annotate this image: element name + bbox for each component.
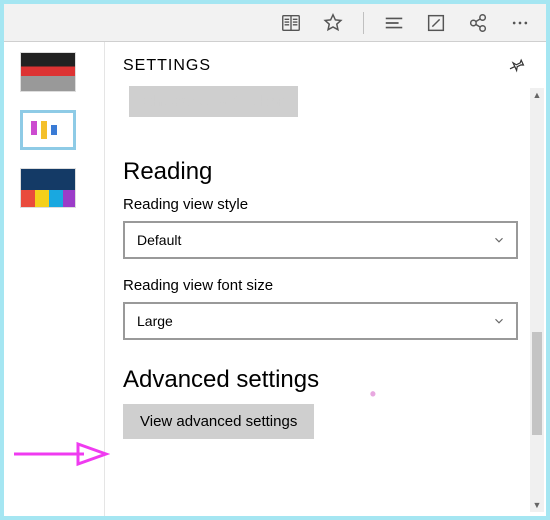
- browser-toolbar: [4, 4, 546, 42]
- reading-heading: Reading: [123, 158, 518, 186]
- star-icon[interactable]: [321, 11, 345, 35]
- advanced-heading: Advanced settings: [123, 366, 518, 394]
- scroll-up-icon[interactable]: ▲: [530, 88, 544, 102]
- scroll-down-icon[interactable]: ▼: [530, 498, 544, 512]
- more-icon[interactable]: [508, 11, 532, 35]
- panel-body: Choose what to clear Reading Reading vie…: [105, 86, 546, 516]
- reading-font-select[interactable]: Large: [123, 302, 518, 340]
- reading-font-label: Reading view font size: [123, 277, 518, 294]
- share-icon[interactable]: [466, 11, 490, 35]
- hub-icon[interactable]: [382, 11, 406, 35]
- reading-list-icon[interactable]: [279, 11, 303, 35]
- page-thumbnail[interactable]: [20, 52, 76, 92]
- scroll-thumb[interactable]: [532, 332, 542, 435]
- reading-style-value: Default: [137, 232, 181, 248]
- reading-style-select[interactable]: Default: [123, 221, 518, 259]
- choose-clear-button[interactable]: Choose what to clear: [129, 86, 298, 117]
- web-note-icon[interactable]: [424, 11, 448, 35]
- pin-icon[interactable]: [508, 56, 528, 76]
- page-thumbnail[interactable]: [20, 110, 76, 150]
- view-advanced-settings-button[interactable]: View advanced settings: [123, 404, 314, 439]
- panel-title: SETTINGS: [123, 57, 211, 75]
- toolbar-separator: [363, 12, 364, 34]
- page-thumbnail[interactable]: [20, 168, 76, 208]
- reading-style-label: Reading view style: [123, 196, 518, 213]
- thumbnail-column: [4, 42, 104, 516]
- reading-font-value: Large: [137, 313, 173, 329]
- settings-panel: SETTINGS Choose what to clear Reading Re…: [104, 42, 546, 516]
- chevron-down-icon: [492, 314, 506, 328]
- scrollbar[interactable]: ▲ ▼: [530, 88, 544, 512]
- chevron-down-icon: [492, 233, 506, 247]
